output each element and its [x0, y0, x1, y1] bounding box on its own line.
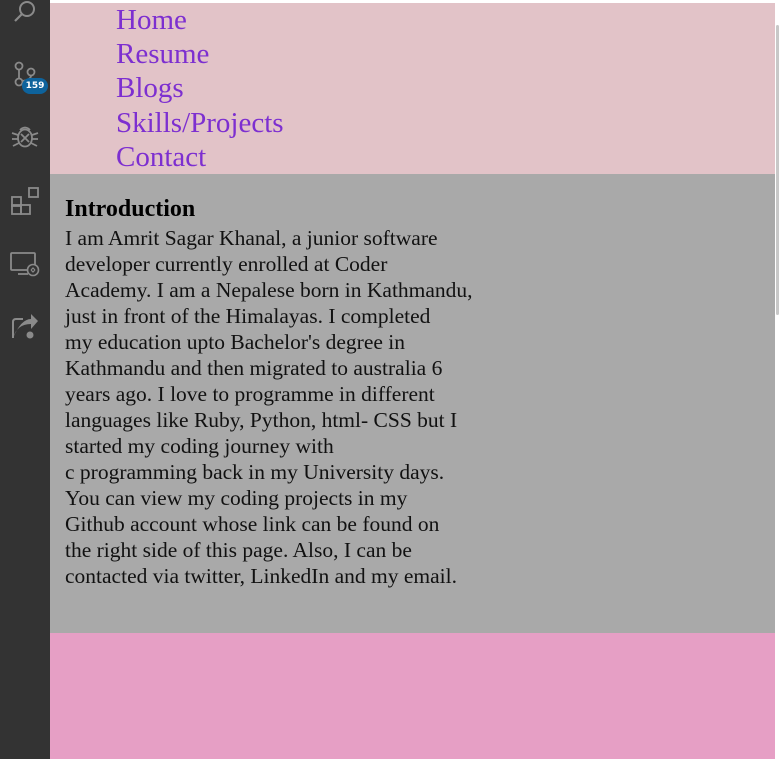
- page-content: Home Resume Blogs Skills/Projects Contac…: [50, 3, 775, 759]
- search-icon[interactable]: [0, 0, 50, 34]
- intro-line: developer currently enrolled at Coder: [65, 252, 388, 276]
- main-nav: Home Resume Blogs Skills/Projects Contac…: [50, 3, 775, 174]
- intro-line: Github account whose link can be found o…: [65, 512, 440, 536]
- nav-item-contact: Contact: [116, 141, 284, 175]
- nav-list: Home Resume Blogs Skills/Projects Contac…: [116, 4, 284, 175]
- debug-icon[interactable]: [0, 114, 50, 158]
- scrollbar-thumb[interactable]: [776, 25, 779, 315]
- intro-line: I am Amrit Sagar Khanal, a junior softwa…: [65, 226, 438, 250]
- nav-link-blogs[interactable]: Blogs: [116, 72, 184, 104]
- vertical-scrollbar[interactable]: [775, 3, 780, 759]
- intro-line: Kathmandu and then migrated to australia…: [65, 356, 443, 380]
- intro-line: You can view my coding projects in my: [65, 486, 408, 510]
- nav-item-blogs: Blogs: [116, 72, 284, 106]
- intro-line: contacted via twitter, LinkedIn and my e…: [65, 564, 457, 588]
- extensions-icon[interactable]: [0, 178, 50, 222]
- introduction-section: Introduction I am Amrit Sagar Khanal, a …: [50, 174, 775, 633]
- nav-link-resume[interactable]: Resume: [116, 38, 209, 70]
- intro-line: years ago. I love to programme in differ…: [65, 382, 435, 406]
- intro-line: started my coding journey with: [65, 434, 334, 458]
- activity-bar: 159: [0, 0, 50, 759]
- intro-line: languages like Ruby, Python, html- CSS b…: [65, 408, 458, 432]
- nav-link-contact[interactable]: Contact: [116, 141, 206, 173]
- nav-item-resume: Resume: [116, 38, 284, 72]
- introduction-heading: Introduction: [65, 196, 196, 222]
- intro-line: just in front of the Himalayas. I comple…: [65, 304, 431, 328]
- nav-link-skills-projects[interactable]: Skills/Projects: [116, 107, 284, 139]
- live-share-icon[interactable]: [0, 304, 50, 348]
- intro-line: the right side of this page. Also, I can…: [65, 538, 412, 562]
- intro-line: my education upto Bachelor's degree in: [65, 330, 406, 354]
- nav-item-home: Home: [116, 4, 284, 38]
- introduction-text: I am Amrit Sagar Khanal, a junior softwa…: [65, 225, 473, 589]
- intro-line: Academy. I am a Nepalese born in Kathman…: [65, 278, 473, 302]
- nav-link-home[interactable]: Home: [116, 4, 187, 36]
- intro-line: c programming back in my University days…: [65, 460, 445, 484]
- remote-explorer-icon[interactable]: [0, 242, 50, 286]
- footer-area: [50, 633, 775, 759]
- nav-item-skills-projects: Skills/Projects: [116, 107, 284, 141]
- source-control-badge: 159: [22, 78, 48, 94]
